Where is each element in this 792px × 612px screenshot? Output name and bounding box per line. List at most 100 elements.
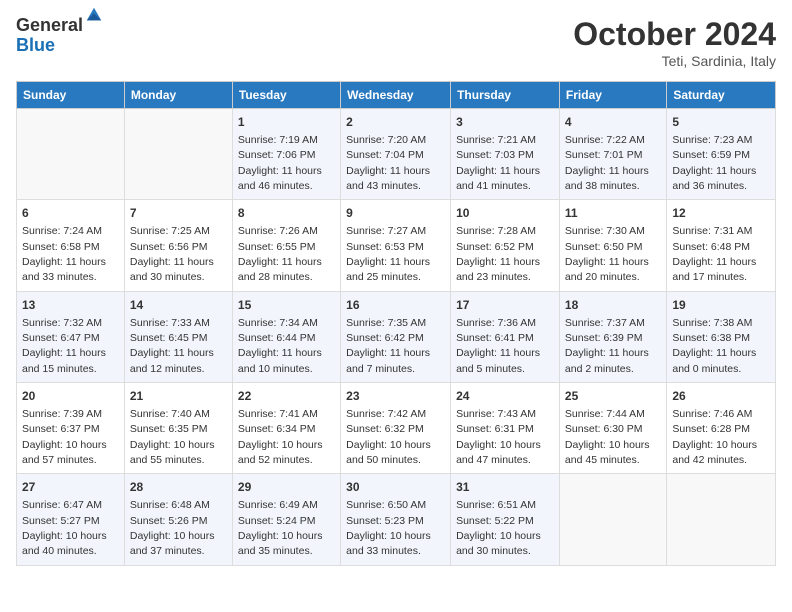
day-number: 7 — [130, 205, 227, 222]
day-cell: 8Sunrise: 7:26 AMSunset: 6:55 PMDaylight… — [232, 200, 340, 291]
day-number: 11 — [565, 205, 661, 222]
day-number: 2 — [346, 114, 445, 131]
day-info: Sunrise: 7:39 AMSunset: 6:37 PMDaylight:… — [22, 408, 107, 466]
day-number: 10 — [456, 205, 554, 222]
header-day-sunday: Sunday — [17, 82, 125, 109]
header-day-saturday: Saturday — [667, 82, 776, 109]
day-info: Sunrise: 7:31 AMSunset: 6:48 PMDaylight:… — [672, 225, 756, 283]
day-info: Sunrise: 7:34 AMSunset: 6:44 PMDaylight:… — [238, 317, 322, 375]
day-cell: 4 Sunrise: 7:22 AMSunset: 7:01 PMDaylight… — [559, 109, 666, 200]
day-number: 14 — [130, 297, 227, 314]
day-number: 6 — [22, 205, 119, 222]
logo-blue-text: Blue — [16, 36, 83, 56]
week-row-3: 13 Sunrise: 7:32 AMSunset: 6:47 PMDayligh… — [17, 291, 776, 382]
day-cell: 9 Sunrise: 7:27 AMSunset: 6:53 PMDaylight… — [341, 200, 451, 291]
day-cell: 6 Sunrise: 7:24 AMSunset: 6:58 PMDaylight… — [17, 200, 125, 291]
day-cell: 14 Sunrise: 7:33 AMSunset: 6:45 PMDayligh… — [124, 291, 232, 382]
day-number: 9 — [346, 205, 445, 222]
day-info: Sunrise: 7:27 AMSunset: 6:53 PMDaylight:… — [346, 225, 430, 283]
day-cell: 28Sunrise: 6:48 AMSunset: 5:26 PMDayligh… — [124, 474, 232, 565]
day-info: Sunrise: 7:22 AMSunset: 7:01 PMDaylight:… — [565, 134, 649, 192]
day-number: 17 — [456, 297, 554, 314]
day-number: 16 — [346, 297, 445, 314]
day-number: 26 — [672, 388, 770, 405]
page-header: General Blue October 2024 Teti, Sardinia… — [16, 16, 776, 69]
day-number: 5 — [672, 114, 770, 131]
day-cell: 19 Sunrise: 7:38 AMSunset: 6:38 PMDayligh… — [667, 291, 776, 382]
day-cell: 10 Sunrise: 7:28 AMSunset: 6:52 PMDayligh… — [451, 200, 560, 291]
day-number: 29 — [238, 479, 335, 496]
day-cell: 11Sunrise: 7:30 AMSunset: 6:50 PMDayligh… — [559, 200, 666, 291]
day-number: 23 — [346, 388, 445, 405]
day-cell: 23 Sunrise: 7:42 AMSunset: 6:32 PMDayligh… — [341, 383, 451, 474]
day-info: Sunrise: 7:25 AMSunset: 6:56 PMDaylight:… — [130, 225, 214, 283]
day-info: Sunrise: 7:28 AMSunset: 6:52 PMDaylight:… — [456, 225, 540, 283]
day-number: 18 — [565, 297, 661, 314]
day-number: 31 — [456, 479, 554, 496]
day-info: Sunrise: 7:23 AMSunset: 6:59 PMDaylight:… — [672, 134, 756, 192]
week-row-5: 27 Sunrise: 6:47 AMSunset: 5:27 PMDayligh… — [17, 474, 776, 565]
day-cell: 20Sunrise: 7:39 AMSunset: 6:37 PMDayligh… — [17, 383, 125, 474]
day-number: 30 — [346, 479, 445, 496]
day-cell: 30 Sunrise: 6:50 AMSunset: 5:23 PMDayligh… — [341, 474, 451, 565]
header-day-tuesday: Tuesday — [232, 82, 340, 109]
day-info: Sunrise: 7:32 AMSunset: 6:47 PMDaylight:… — [22, 317, 106, 375]
day-info: Sunrise: 7:40 AMSunset: 6:35 PMDaylight:… — [130, 408, 215, 466]
day-info: Sunrise: 7:19 AMSunset: 7:06 PMDaylight:… — [238, 134, 322, 192]
day-number: 13 — [22, 297, 119, 314]
day-cell: 27 Sunrise: 6:47 AMSunset: 5:27 PMDayligh… — [17, 474, 125, 565]
week-row-4: 20Sunrise: 7:39 AMSunset: 6:37 PMDayligh… — [17, 383, 776, 474]
day-cell: 26 Sunrise: 7:46 AMSunset: 6:28 PMDayligh… — [667, 383, 776, 474]
day-info: Sunrise: 6:49 AMSunset: 5:24 PMDaylight:… — [238, 499, 323, 557]
day-number: 19 — [672, 297, 770, 314]
day-number: 22 — [238, 388, 335, 405]
day-info: Sunrise: 6:48 AMSunset: 5:26 PMDaylight:… — [130, 499, 215, 557]
week-row-2: 6 Sunrise: 7:24 AMSunset: 6:58 PMDaylight… — [17, 200, 776, 291]
day-number: 24 — [456, 388, 554, 405]
day-info: Sunrise: 7:38 AMSunset: 6:38 PMDaylight:… — [672, 317, 756, 375]
day-number: 27 — [22, 479, 119, 496]
title-block: October 2024 Teti, Sardinia, Italy — [573, 16, 776, 69]
day-cell — [559, 474, 666, 565]
day-cell: 1Sunrise: 7:19 AMSunset: 7:06 PMDaylight… — [232, 109, 340, 200]
day-cell: 29 Sunrise: 6:49 AMSunset: 5:24 PMDayligh… — [232, 474, 340, 565]
month-title: October 2024 — [573, 16, 776, 53]
day-cell — [124, 109, 232, 200]
day-info: Sunrise: 7:44 AMSunset: 6:30 PMDaylight:… — [565, 408, 650, 466]
day-cell — [667, 474, 776, 565]
day-cell: 17 Sunrise: 7:36 AMSunset: 6:41 PMDayligh… — [451, 291, 560, 382]
logo: General Blue — [16, 16, 103, 56]
day-info: Sunrise: 6:47 AMSunset: 5:27 PMDaylight:… — [22, 499, 107, 557]
day-info: Sunrise: 7:42 AMSunset: 6:32 PMDaylight:… — [346, 408, 431, 466]
calendar-table: SundayMondayTuesdayWednesdayThursdayFrid… — [16, 81, 776, 566]
location-subtitle: Teti, Sardinia, Italy — [573, 53, 776, 69]
logo-icon — [85, 6, 103, 24]
day-info: Sunrise: 7:24 AMSunset: 6:58 PMDaylight:… — [22, 225, 106, 283]
day-cell: 5 Sunrise: 7:23 AMSunset: 6:59 PMDaylight… — [667, 109, 776, 200]
header-day-friday: Friday — [559, 82, 666, 109]
day-cell: 2Sunrise: 7:20 AMSunset: 7:04 PMDaylight… — [341, 109, 451, 200]
day-info: Sunrise: 6:50 AMSunset: 5:23 PMDaylight:… — [346, 499, 431, 557]
day-cell: 24 Sunrise: 7:43 AMSunset: 6:31 PMDayligh… — [451, 383, 560, 474]
day-info: Sunrise: 7:36 AMSunset: 6:41 PMDaylight:… — [456, 317, 540, 375]
day-info: Sunrise: 7:46 AMSunset: 6:28 PMDaylight:… — [672, 408, 757, 466]
day-number: 4 — [565, 114, 661, 131]
day-cell: 13 Sunrise: 7:32 AMSunset: 6:47 PMDayligh… — [17, 291, 125, 382]
day-cell: 16Sunrise: 7:35 AMSunset: 6:42 PMDayligh… — [341, 291, 451, 382]
day-number: 3 — [456, 114, 554, 131]
day-number: 15 — [238, 297, 335, 314]
day-number: 21 — [130, 388, 227, 405]
day-number: 12 — [672, 205, 770, 222]
day-info: Sunrise: 7:41 AMSunset: 6:34 PMDaylight:… — [238, 408, 323, 466]
day-info: Sunrise: 7:43 AMSunset: 6:31 PMDaylight:… — [456, 408, 541, 466]
header-row: SundayMondayTuesdayWednesdayThursdayFrid… — [17, 82, 776, 109]
day-info: Sunrise: 7:26 AMSunset: 6:55 PMDaylight:… — [238, 225, 322, 283]
week-row-1: 1Sunrise: 7:19 AMSunset: 7:06 PMDaylight… — [17, 109, 776, 200]
day-info: Sunrise: 7:37 AMSunset: 6:39 PMDaylight:… — [565, 317, 649, 375]
day-cell: 25Sunrise: 7:44 AMSunset: 6:30 PMDayligh… — [559, 383, 666, 474]
day-cell: 12 Sunrise: 7:31 AMSunset: 6:48 PMDayligh… — [667, 200, 776, 291]
header-day-monday: Monday — [124, 82, 232, 109]
day-cell: 15 Sunrise: 7:34 AMSunset: 6:44 PMDayligh… — [232, 291, 340, 382]
day-info: Sunrise: 7:33 AMSunset: 6:45 PMDaylight:… — [130, 317, 214, 375]
header-day-wednesday: Wednesday — [341, 82, 451, 109]
